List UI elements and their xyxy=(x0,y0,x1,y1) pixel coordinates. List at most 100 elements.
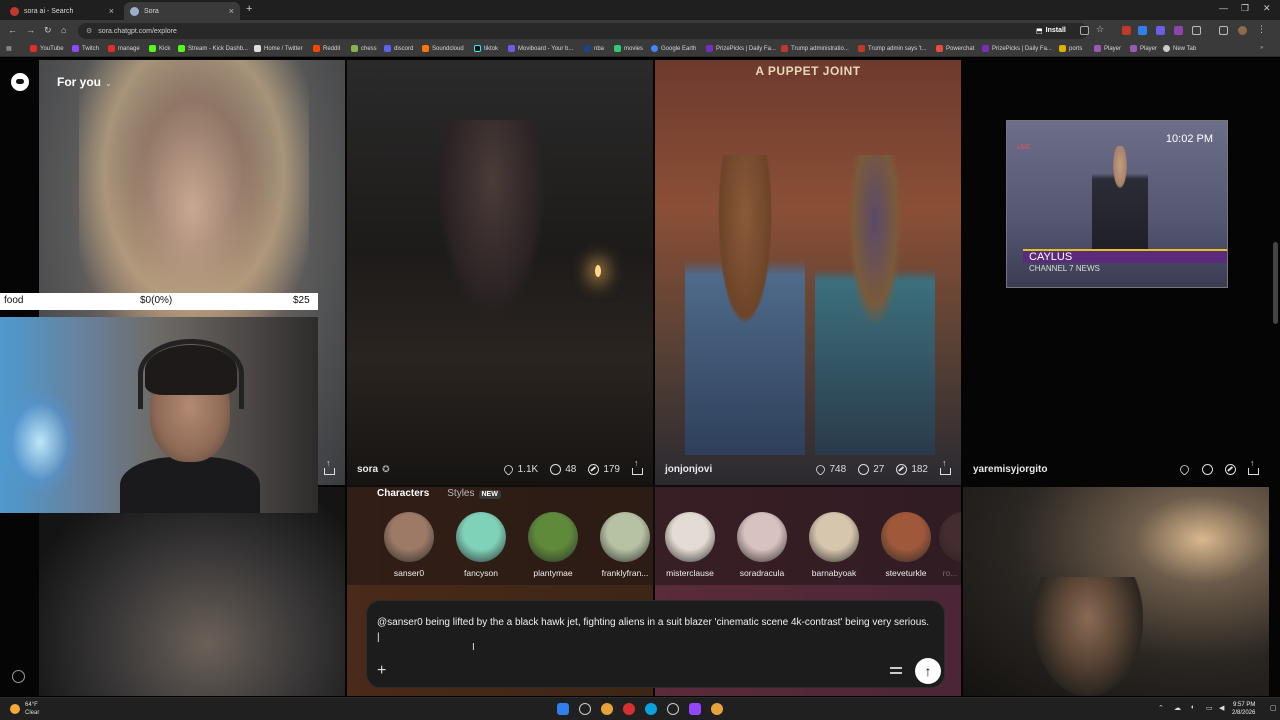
feed-selector[interactable]: For you ⌄ xyxy=(57,75,112,89)
bookmark-prizepicks-2[interactable]: PrizePicks | Daily Fa... xyxy=(982,45,1052,52)
tab-styles[interactable]: Styles NEW xyxy=(447,488,501,499)
character-item[interactable]: plantymae xyxy=(521,512,585,578)
bookmark-trump-admin-says[interactable]: Trump admin says 't... xyxy=(858,45,927,52)
system-clock[interactable]: 9:57 PM 2/8/2026 xyxy=(1232,701,1255,717)
display-icon[interactable]: ▭ xyxy=(1206,704,1213,712)
scrollbar[interactable] xyxy=(1273,62,1278,694)
bookmark-manage[interactable]: manage xyxy=(108,45,140,52)
character-item[interactable]: sanser0 xyxy=(377,512,441,578)
bookmark-trump-administration[interactable]: Trump administratio... xyxy=(781,45,849,52)
comment-icon[interactable] xyxy=(1202,464,1213,475)
reload-icon[interactable]: ↻ xyxy=(44,25,52,36)
maximize-icon[interactable]: ❐ xyxy=(1241,3,1249,14)
back-icon[interactable]: ← xyxy=(8,25,17,35)
sora-logo-icon[interactable] xyxy=(11,73,29,91)
bookmark-chess[interactable]: chess xyxy=(351,45,377,52)
video-tile-3[interactable]: A PUPPET JOINT jonjonjovi 748 27 182 xyxy=(655,60,961,485)
bookmark-google-earth[interactable]: Google Earth xyxy=(651,45,696,52)
bookmark-nba[interactable]: nba xyxy=(584,45,604,52)
close-tab-icon[interactable]: × xyxy=(229,6,234,16)
bookmark-tiktok[interactable]: tiktok xyxy=(474,45,498,52)
share-icon[interactable] xyxy=(940,459,951,475)
app-icon[interactable] xyxy=(667,703,679,715)
bookmark-player[interactable]: Player xyxy=(1094,45,1121,52)
extension-icon[interactable] xyxy=(1174,26,1183,35)
character-item[interactable]: fancyson xyxy=(449,512,513,578)
bookmark-ports[interactable]: ports xyxy=(1059,45,1082,52)
scrollbar-thumb[interactable] xyxy=(1273,242,1278,324)
edge-icon[interactable] xyxy=(645,703,657,715)
bookmark-prizepicks[interactable]: PrizePicks | Daily Fa... xyxy=(706,45,776,52)
mic-icon[interactable]: ◖ xyxy=(1190,704,1194,711)
character-item[interactable]: franklyfran... xyxy=(593,512,657,578)
tab-sora-ai-search[interactable]: sora ai - Search × xyxy=(4,2,120,20)
bookmark-moviboard[interactable]: Moviboard - Your b... xyxy=(508,45,573,52)
forward-icon[interactable]: → xyxy=(26,25,35,35)
send-button[interactable]: ↑ xyxy=(915,658,941,684)
extensions-puzzle-icon[interactable] xyxy=(1192,26,1201,35)
search-icon[interactable] xyxy=(579,703,591,715)
bookmark-soundcloud[interactable]: Soundcloud xyxy=(422,45,464,52)
settings-icon[interactable] xyxy=(12,670,25,683)
apps-grid-icon[interactable]: ▦ xyxy=(6,45,12,52)
extension-icon[interactable] xyxy=(1122,26,1131,35)
bookmark-twitter[interactable]: Home / Twitter xyxy=(254,45,303,52)
address-bar[interactable]: ⚙ sora.chatgpt.com/explore xyxy=(78,23,1088,39)
bookmark-new-tab[interactable]: New Tab xyxy=(1163,45,1196,52)
site-info-icon[interactable]: ⚙ xyxy=(86,27,92,35)
twitch-app-icon[interactable] xyxy=(689,703,701,715)
tab-sora[interactable]: Sora × xyxy=(124,2,240,20)
username[interactable]: jonjonjovi xyxy=(665,464,712,475)
tray-chevron-icon[interactable]: ⌃ xyxy=(1158,704,1164,712)
character-item[interactable]: steveturkle xyxy=(874,512,938,578)
bookmark-star-icon[interactable]: ☆ xyxy=(1096,24,1105,34)
windows-start-icon[interactable] xyxy=(557,703,569,715)
share-icon[interactable] xyxy=(1248,459,1259,475)
remix-button[interactable]: 182 xyxy=(896,464,928,475)
bookmark-kick[interactable]: Kick xyxy=(149,45,170,52)
username[interactable]: yaremisyjorgito xyxy=(973,464,1047,475)
close-tab-icon[interactable]: × xyxy=(109,6,114,16)
sidebar-icon[interactable] xyxy=(1219,26,1228,35)
share-icon[interactable] xyxy=(324,459,335,475)
like-button[interactable]: 748 xyxy=(813,463,846,476)
video-tile-2[interactable]: sora ✪ 1.1K 48 179 xyxy=(347,60,653,485)
comment-button[interactable]: 27 xyxy=(858,464,884,475)
chrome-icon[interactable] xyxy=(601,703,613,715)
bookmark-discord[interactable]: discord xyxy=(384,45,413,52)
video-tile-4[interactable]: LIVE 10:02 PM CAYLUS CHANNEL 7 NEWS yare… xyxy=(963,60,1269,485)
install-app-button[interactable]: ⬒ Install xyxy=(1036,23,1066,38)
username[interactable]: sora xyxy=(357,464,378,475)
chrome-icon[interactable] xyxy=(711,703,723,715)
remix-button[interactable]: 179 xyxy=(588,464,620,475)
heart-icon[interactable] xyxy=(1178,463,1191,476)
volume-icon[interactable]: ◀ xyxy=(1219,704,1224,712)
comment-button[interactable]: 48 xyxy=(550,464,576,475)
prompt-input[interactable]: @sanser0 being lifted by the a black haw… xyxy=(377,615,932,645)
bookmark-twitch[interactable]: Twitch xyxy=(72,45,99,52)
minimize-icon[interactable]: — xyxy=(1219,3,1228,13)
weather-widget[interactable]: 64°F Clear xyxy=(10,701,39,717)
media-player-icon[interactable] xyxy=(623,703,635,715)
character-item[interactable]: misterclause xyxy=(658,512,722,578)
new-tab-button[interactable]: + xyxy=(246,3,252,15)
remix-icon[interactable] xyxy=(1225,464,1236,475)
character-item[interactable]: ro... xyxy=(939,512,961,578)
profile-avatar[interactable] xyxy=(1238,26,1247,35)
add-attachment-icon[interactable]: + xyxy=(377,662,386,680)
bookmark-reddit[interactable]: Reddit xyxy=(313,45,340,52)
share-icon[interactable] xyxy=(632,459,643,475)
extension-icon[interactable] xyxy=(1138,26,1147,35)
notifications-icon[interactable]: ▢ xyxy=(1270,704,1277,712)
extension-icon[interactable] xyxy=(1156,26,1165,35)
cloud-icon[interactable]: ☁ xyxy=(1174,704,1181,712)
bookmark-powerchat[interactable]: Powerchat xyxy=(936,45,974,52)
hide-icon[interactable] xyxy=(1080,26,1089,35)
character-item[interactable]: soradracula xyxy=(730,512,794,578)
video-tile-5[interactable] xyxy=(39,487,345,696)
bookmark-movies[interactable]: movies xyxy=(614,45,643,52)
bookmark-kick-dashboard[interactable]: Stream - Kick Dashb... xyxy=(178,45,248,52)
settings-sliders-icon[interactable] xyxy=(889,664,903,678)
close-window-icon[interactable]: ✕ xyxy=(1263,3,1271,14)
like-button[interactable]: 1.1K xyxy=(501,463,538,476)
